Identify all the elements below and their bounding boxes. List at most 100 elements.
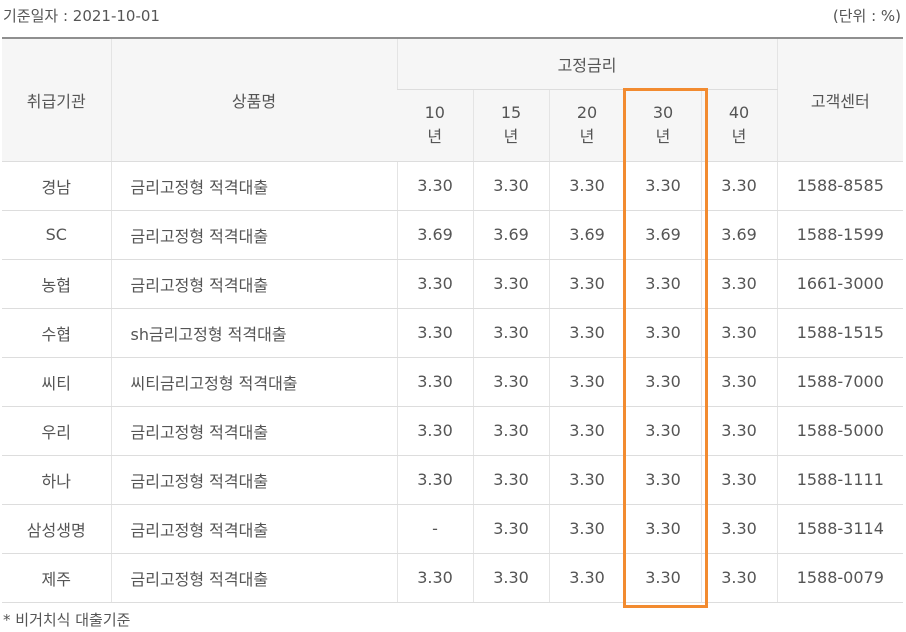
rate-table: 취급기관 상품명 고정금리 고객센터 10 년 15 년 20 년 30 년 40 년 경남 금리고… (2, 37, 904, 603)
rate-cell: 3.30 (624, 455, 701, 505)
product-cell: sh금리고정형 적격대출 (110, 308, 397, 358)
customer-center-cell: 1588-0079 (776, 553, 904, 603)
rate-cell: 3.30 (624, 259, 701, 309)
rate-cell: 3.30 (548, 357, 625, 407)
customer-center-cell: 1588-1111 (776, 455, 904, 505)
rate-cell: 3.30 (700, 259, 778, 309)
rate-cell: 3.30 (396, 406, 473, 456)
product-cell: 금리고정형 적격대출 (110, 161, 397, 211)
header-institution: 취급기관 (2, 37, 111, 162)
rate-cell: 3.30 (472, 259, 549, 309)
customer-center-cell: 1588-5000 (776, 406, 904, 456)
institution-cell: 삼성생명 (2, 504, 111, 554)
term-number: 20 (576, 103, 598, 122)
product-cell: 금리고정형 적격대출 (110, 504, 397, 554)
header-row: 취급기관 상품명 고정금리 고객센터 (2, 37, 904, 162)
product-cell: 금리고정형 적격대출 (110, 210, 397, 260)
institution-cell: 경남 (2, 161, 111, 211)
product-cell: 금리고정형 적격대출 (110, 553, 397, 603)
institution-cell: 수협 (2, 308, 111, 358)
rate-cell: 3.69 (624, 210, 701, 260)
institution-cell: 농협 (2, 259, 111, 309)
table-row: 제주 금리고정형 적격대출 3.30 3.30 3.30 3.30 3.30 1588-007… (2, 553, 904, 603)
rate-cell: 3.30 (548, 455, 625, 505)
term-number: 30 (652, 103, 674, 122)
term-number: 10 (424, 103, 445, 122)
rate-cell: 3.30 (624, 504, 701, 554)
rate-cell: 3.30 (700, 357, 778, 407)
rate-cell: 3.69 (700, 210, 778, 260)
rate-cell: 3.30 (700, 308, 778, 358)
rate-cell: 3.30 (472, 553, 549, 603)
rate-cell: 3.30 (548, 259, 625, 309)
term-header: 10 년 (397, 89, 473, 162)
rate-cell: 3.30 (548, 406, 625, 456)
rate-cell: 3.30 (472, 161, 549, 211)
institution-cell: 씨티 (2, 357, 111, 407)
customer-center-cell: 1588-8585 (776, 161, 904, 211)
rate-cell: 3.30 (700, 161, 778, 211)
footnote: * 비거치식 대출기준 (3, 611, 131, 629)
rate-cell: 3.30 (472, 504, 549, 554)
term-header: 20 년 (548, 89, 625, 162)
term-header: 30 년 (624, 89, 701, 162)
unit-label: (단위 : %) (832, 7, 901, 25)
loan-rate-page: 기준일자 : 2021-10-01 (단위 : %) 취급기관 상품명 고정금리… (0, 0, 906, 632)
header-fixed-rate: 고정금리 (396, 37, 778, 90)
rate-cell: 3.30 (700, 455, 778, 505)
product-cell: 금리고정형 적격대출 (110, 259, 397, 309)
rate-cell: 3.30 (472, 308, 549, 358)
rate-cell: 3.30 (396, 308, 473, 358)
table-row: 씨티 씨티금리고정형 적격대출 3.30 3.30 3.30 3.30 3.30 1588-7… (2, 357, 904, 407)
rate-cell: 3.30 (624, 357, 701, 407)
term-unit: 년 (655, 127, 671, 146)
rate-cell: 3.30 (548, 504, 625, 554)
term-number: 40 (728, 103, 750, 122)
term-unit: 년 (731, 127, 747, 146)
rate-cell: 3.69 (472, 210, 549, 260)
base-date: 기준일자 : 2021-10-01 (3, 7, 160, 25)
institution-cell: 우리 (2, 406, 111, 456)
customer-center-cell: 1588-1599 (776, 210, 904, 260)
rate-cell: 3.30 (548, 161, 625, 211)
header-customer-center: 고객센터 (776, 37, 904, 162)
rate-cell: 3.30 (396, 357, 473, 407)
institution-cell: 하나 (2, 455, 111, 505)
table-row: SC 금리고정형 적격대출 3.69 3.69 3.69 3.69 3.69 1588-159… (2, 210, 904, 260)
term-header: 15 년 (472, 89, 549, 162)
rate-cell: 3.30 (624, 308, 701, 358)
rate-cell: - (396, 504, 473, 554)
term-unit: 년 (579, 127, 595, 146)
rate-cell: 3.30 (700, 406, 778, 456)
term-header: 40 년 (700, 89, 778, 162)
customer-center-cell: 1588-3114 (776, 504, 904, 554)
customer-center-cell: 1588-7000 (776, 357, 904, 407)
term-unit: 년 (427, 127, 443, 146)
table-row: 농협 금리고정형 적격대출 3.30 3.30 3.30 3.30 3.30 1661-300… (2, 259, 904, 309)
rate-cell: 3.30 (472, 455, 549, 505)
rate-cell: 3.30 (396, 161, 473, 211)
table-row: 경남 금리고정형 적격대출 3.30 3.30 3.30 3.30 3.30 1588-858… (2, 161, 904, 211)
institution-cell: SC (2, 210, 111, 260)
customer-center-cell: 1661-3000 (776, 259, 904, 309)
rate-cell: 3.30 (548, 553, 625, 603)
rate-cell: 3.30 (624, 553, 701, 603)
table-row: 삼성생명 금리고정형 적격대출 -3.30 3.30 3.30 3.30 1588-3114 (2, 504, 904, 554)
product-cell: 씨티금리고정형 적격대출 (110, 357, 397, 407)
rate-cell: 3.30 (700, 553, 778, 603)
rate-cell: 3.30 (472, 406, 549, 456)
table-row: 수협 sh금리고정형 적격대출 3.30 3.30 3.30 3.30 3.30 1588-1… (2, 308, 904, 358)
customer-center-cell: 1588-1515 (776, 308, 904, 358)
rate-cell: 3.30 (396, 553, 473, 603)
table-row: 하나 금리고정형 적격대출 3.30 3.30 3.30 3.30 3.30 1588-111… (2, 455, 904, 505)
rate-cell: 3.30 (396, 259, 473, 309)
institution-cell: 제주 (2, 553, 111, 603)
table-row: 우리 금리고정형 적격대출 3.30 3.30 3.30 3.30 3.30 1588-500… (2, 406, 904, 456)
term-unit: 년 (503, 127, 519, 146)
rate-table-body: 경남 금리고정형 적격대출 3.30 3.30 3.30 3.30 3.30 1588-858… (2, 161, 904, 603)
rate-cell: 3.30 (548, 308, 625, 358)
term-number: 15 (500, 103, 522, 122)
product-cell: 금리고정형 적격대출 (110, 455, 397, 505)
header-product: 상품명 (110, 37, 397, 162)
rate-cell: 3.30 (624, 406, 701, 456)
